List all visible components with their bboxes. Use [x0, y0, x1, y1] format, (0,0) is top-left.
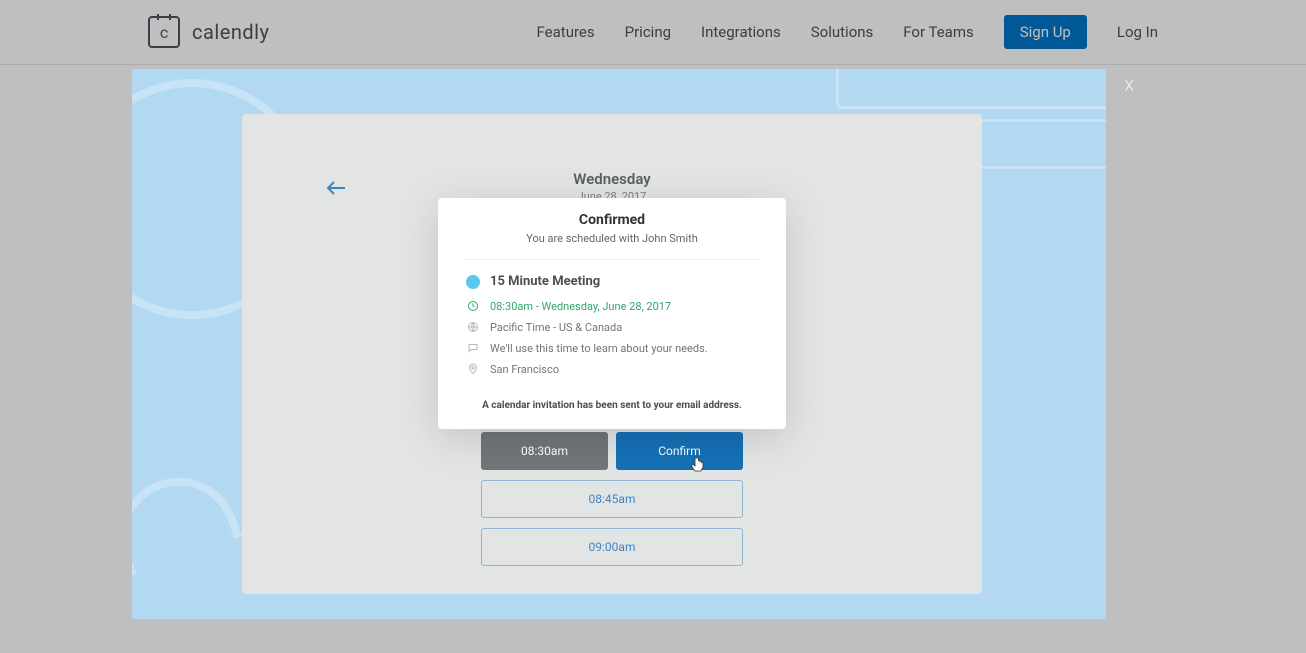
event-color-dot-icon — [466, 275, 480, 289]
modal-close-icon[interactable]: x — [1124, 72, 1134, 96]
confirm-button[interactable]: Confirm — [616, 432, 743, 470]
detail-datetime: 08:30am - Wednesday, June 28, 2017 — [466, 299, 758, 313]
detail-note: We'll use this time to learn about your … — [466, 341, 758, 355]
confirm-footer: A calendar invitation has been sent to y… — [466, 400, 758, 411]
day-header: Wednesday June 28, 2017 — [242, 114, 982, 203]
location-text: San Francisco — [490, 363, 559, 376]
timezone-text: Pacific Time - US & Canada — [490, 321, 622, 334]
demo-modal: Wednesday June 28, 2017 08:30am Confirm — [132, 69, 1106, 619]
confirm-subtitle: You are scheduled with John Smith — [466, 232, 758, 245]
detail-timezone: Pacific Time - US & Canada — [466, 320, 758, 334]
meeting-title-row: 15 Minute Meeting — [466, 274, 758, 289]
divider — [466, 259, 758, 260]
note-text: We'll use this time to learn about your … — [490, 342, 708, 355]
meeting-title: 15 Minute Meeting — [490, 274, 600, 289]
time-slot-0845[interactable]: 08:45am — [481, 480, 743, 518]
time-slot-list: 08:30am Confirm 08:45am 09:00am — [481, 404, 743, 576]
time-slot-0900[interactable]: 09:00am — [481, 528, 743, 566]
location-pin-icon — [466, 362, 480, 376]
clock-icon — [466, 299, 480, 313]
back-arrow-icon[interactable] — [327, 176, 347, 200]
datetime-text: 08:30am - Wednesday, June 28, 2017 — [490, 300, 671, 313]
day-name: Wednesday — [242, 170, 982, 188]
selected-time-slot[interactable]: 08:30am — [481, 432, 608, 470]
pointer-cursor-icon — [690, 456, 706, 478]
detail-location: San Francisco — [466, 362, 758, 376]
decorative-arc — [132, 461, 242, 577]
confirmation-card: Confirmed You are scheduled with John Sm… — [438, 198, 786, 429]
scheduler-app-frame: Wednesday June 28, 2017 08:30am Confirm — [242, 114, 982, 594]
chat-icon — [466, 341, 480, 355]
globe-icon — [466, 320, 480, 334]
confirm-title: Confirmed — [466, 212, 758, 228]
